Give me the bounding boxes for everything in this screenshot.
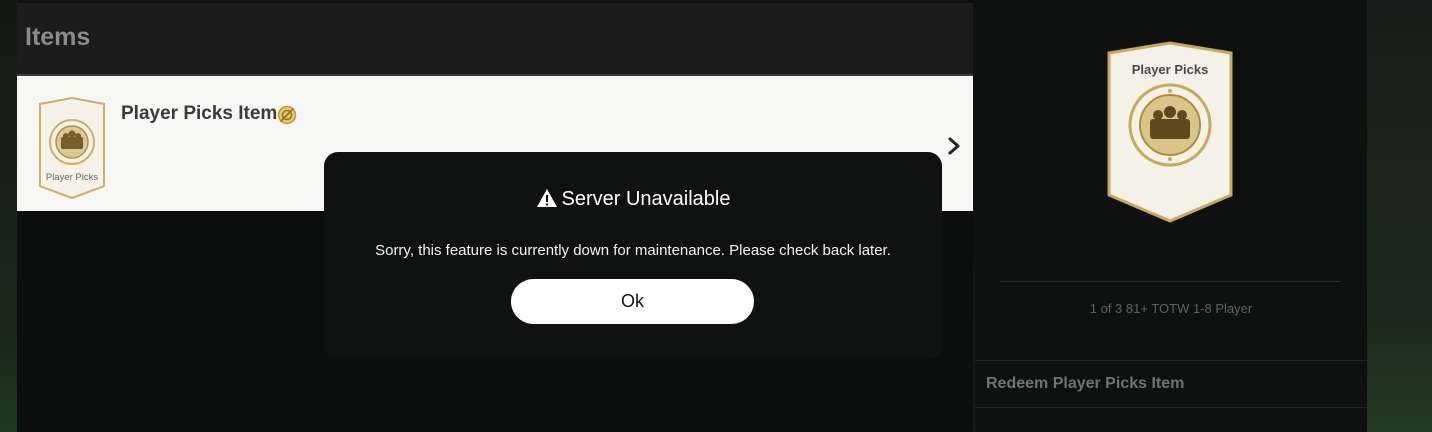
server-unavailable-dialog: Server Unavailable Sorry, this feature i…: [324, 152, 942, 359]
warning-icon: [536, 189, 557, 207]
items-title: Items: [25, 23, 91, 51]
divider: [1000, 281, 1340, 282]
player-picks-card-large-icon: Player Picks: [1107, 41, 1233, 223]
pack-description: 1 of 3 81+ TOTW 1-8 Player: [1089, 301, 1253, 316]
background-edge-right: [1367, 0, 1432, 432]
svg-text:Player Picks: Player Picks: [1132, 62, 1209, 77]
ok-button[interactable]: Ok: [511, 279, 754, 324]
item-name: Player Picks Item: [121, 103, 278, 124]
dialog-title-text: Server Unavailable: [561, 188, 731, 210]
player-picks-card-icon: Player Picks: [39, 96, 105, 200]
items-header: Items: [17, 3, 973, 74]
redeem-title: Redeem Player Picks Item: [986, 375, 1185, 392]
background-edge-left: [0, 0, 17, 432]
untradeable-icon: [277, 105, 297, 125]
chevron-right-icon[interactable]: [947, 136, 961, 156]
dialog-message: Sorry, this feature is currently down fo…: [375, 242, 891, 259]
redeem-section[interactable]: Redeem Player Picks Item: [975, 360, 1367, 408]
app-stage: Items Player Picks Player Picks Item Pla…: [0, 0, 1432, 432]
svg-text:Player Picks: Player Picks: [46, 172, 99, 183]
item-detail-panel: Player Picks 1 of 3 81+ TOTW 1-8 Player …: [975, 3, 1367, 432]
dialog-title: Server Unavailable: [324, 188, 942, 211]
